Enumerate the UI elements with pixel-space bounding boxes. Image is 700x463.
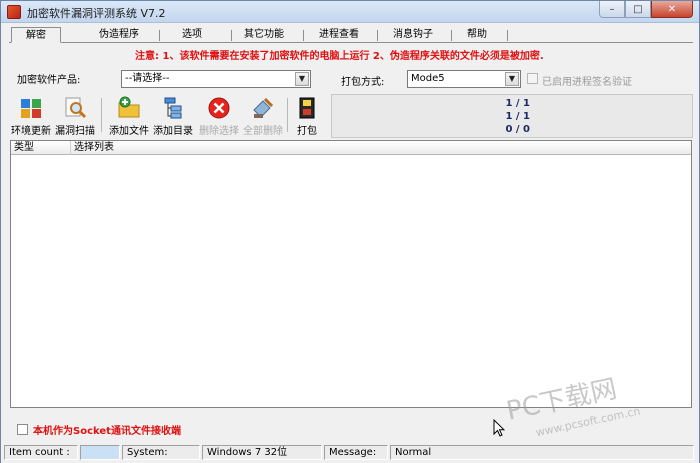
add-file-button[interactable]: 添加文件: [107, 94, 151, 138]
watermark-url: www.pcsoft.com.cn: [535, 404, 642, 439]
product-label: 加密软件产品:: [17, 75, 81, 86]
chevron-down-icon[interactable]: ▼: [295, 72, 309, 86]
product-select-value: --请选择--: [125, 73, 170, 84]
delete-selection-button[interactable]: 删除选择: [197, 94, 241, 138]
stat-line-2: 1 / 1: [505, 111, 530, 122]
tab-separator: [231, 30, 232, 41]
environment-update-icon: [21, 99, 41, 118]
tab-bar: 解密 伪造程序 选项 其它功能 进程查看 消息钩子 帮助: [9, 27, 693, 43]
package-button[interactable]: 打包: [285, 94, 329, 138]
tab-separator: [377, 30, 378, 41]
add-file-label: 添加文件: [109, 126, 149, 137]
column-selection-list[interactable]: 选择列表: [71, 141, 691, 155]
notice-text: 注意: 1、该软件需要在安装了加密软件的电脑上运行 2、伪造程序关联的文件必须是…: [135, 51, 544, 62]
stat-line-3: 0 / 0: [505, 124, 530, 135]
tab-options[interactable]: 选项: [163, 27, 221, 43]
message-label: Message:: [324, 445, 388, 460]
tab-separator: [507, 30, 508, 41]
socket-receiver-checkbox[interactable]: [17, 423, 28, 435]
chevron-down-icon[interactable]: ▼: [505, 72, 519, 86]
package-icon: [299, 97, 315, 119]
mouse-cursor-icon: [493, 419, 505, 437]
environment-update-label: 环境更新: [11, 126, 51, 137]
window-controls: – □ ✕: [599, 1, 693, 19]
add-directory-button[interactable]: 添加目录: [151, 94, 195, 138]
minimize-button[interactable]: –: [599, 1, 625, 18]
pack-mode-label: 打包方式:: [341, 77, 385, 88]
add-directory-label: 添加目录: [153, 126, 193, 137]
window-title: 加密软件漏洞评测系统 V7.2: [27, 7, 166, 20]
tab-other-functions[interactable]: 其它功能: [235, 27, 293, 43]
add-directory-tree-icon: [164, 97, 182, 119]
toolbar-separator: [101, 98, 102, 132]
delete-all-button[interactable]: 全部删除: [241, 94, 285, 138]
vulnerability-scan-label: 漏洞扫描: [55, 126, 95, 137]
add-file-folder-icon: [118, 96, 140, 118]
delete-selection-label: 删除选择: [199, 126, 239, 137]
signature-verify-checkbox[interactable]: [527, 73, 538, 84]
app-window: 加密软件漏洞评测系统 V7.2 – □ ✕ 解密 伪造程序 选项 其它功能 进程…: [0, 0, 700, 463]
delete-all-label: 全部删除: [243, 126, 283, 137]
message-value: Normal: [390, 445, 694, 460]
selection-list[interactable]: 类型 选择列表: [10, 140, 692, 408]
pack-mode-select[interactable]: Mode5 ▼: [407, 70, 521, 88]
column-type[interactable]: 类型: [11, 141, 71, 155]
scan-magnifier-icon: [65, 97, 87, 119]
list-header: 类型 选择列表: [11, 141, 691, 155]
signature-verify-label: 已启用进程签名验证: [542, 77, 632, 88]
progress-stats-panel: 1 / 1 1 / 1 0 / 0: [331, 94, 693, 138]
app-logo-icon: [7, 5, 21, 19]
close-button[interactable]: ✕: [651, 1, 693, 18]
tab-help[interactable]: 帮助: [455, 27, 499, 43]
package-label: 打包: [297, 126, 317, 137]
tab-fake-program[interactable]: 伪造程序: [83, 27, 155, 43]
environment-update-button[interactable]: 环境更新: [9, 94, 53, 138]
item-count-value: [80, 445, 120, 460]
tab-process-view[interactable]: 进程查看: [307, 27, 371, 43]
product-select[interactable]: --请选择-- ▼: [121, 70, 311, 88]
tab-separator: [451, 30, 452, 41]
tab-separator: [303, 30, 304, 41]
tab-separator: [159, 30, 160, 41]
item-count-label: Item count :: [4, 445, 78, 460]
pack-mode-value: Mode5: [411, 73, 445, 84]
socket-receiver-label: 本机作为Socket通讯文件接收端: [33, 425, 181, 437]
system-label: System:: [122, 445, 200, 460]
system-value: Windows 7 32位: [202, 445, 322, 460]
vulnerability-scan-button[interactable]: 漏洞扫描: [53, 94, 97, 138]
socket-receiver-option[interactable]: 本机作为Socket通讯文件接收端: [17, 422, 181, 437]
stat-line-1: 1 / 1: [505, 98, 530, 109]
status-bar: Item count : System: Windows 7 32位 Messa…: [1, 443, 699, 463]
clear-all-broom-icon: [253, 97, 274, 118]
delete-x-icon: [208, 97, 230, 119]
tab-message-hook[interactable]: 消息钩子: [381, 27, 445, 43]
maximize-button[interactable]: □: [625, 1, 651, 18]
tab-decrypt[interactable]: 解密: [11, 27, 61, 43]
toolbar: 环境更新 漏洞扫描 添加文件 添加目录 删除选择 全部删除 打包: [9, 94, 331, 138]
title-bar[interactable]: 加密软件漏洞评测系统 V7.2 – □ ✕: [1, 1, 699, 23]
